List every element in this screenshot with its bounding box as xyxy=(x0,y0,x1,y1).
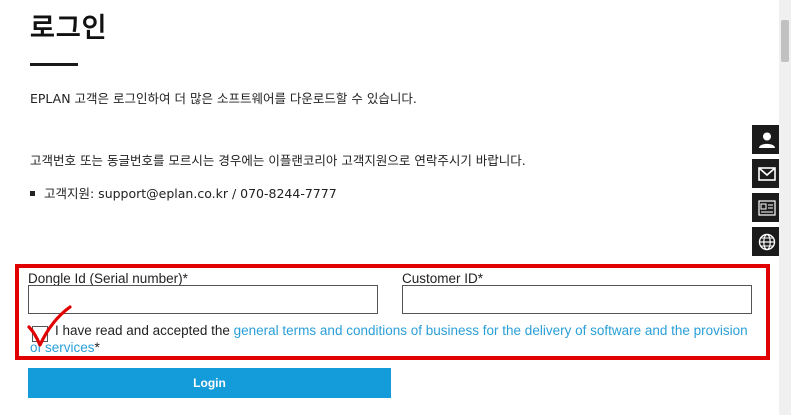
user-icon xyxy=(758,132,775,148)
title-divider xyxy=(30,63,78,66)
scrollbar[interactable] xyxy=(779,0,791,415)
login-button[interactable]: Login xyxy=(28,368,391,398)
page-title: 로그인 xyxy=(30,13,108,44)
user-button[interactable] xyxy=(751,124,782,155)
support-contact: 고객지원: support@eplan.co.kr / 070-8244-777… xyxy=(30,183,337,202)
help-text: 고객번호 또는 동글번호를 모르시는 경우에는 이플랜코리아 고객지원으로 연락… xyxy=(30,153,526,168)
globe-button[interactable] xyxy=(751,226,782,257)
bullet xyxy=(30,190,35,196)
globe-icon xyxy=(758,233,775,250)
annotation-highlight-box xyxy=(15,264,770,360)
scrollbar-thumb[interactable] xyxy=(781,20,789,62)
id-card-icon xyxy=(757,199,776,216)
support-text: 고객지원: support@eplan.co.kr / 070-8244-777… xyxy=(44,186,337,201)
mail-button[interactable] xyxy=(751,158,782,189)
intro-text: EPLAN 고객은 로그인하여 더 많은 소프트웨어를 다운로드할 수 있습니다… xyxy=(30,91,417,106)
mail-icon xyxy=(757,166,776,181)
id-card-button[interactable] xyxy=(751,192,782,223)
